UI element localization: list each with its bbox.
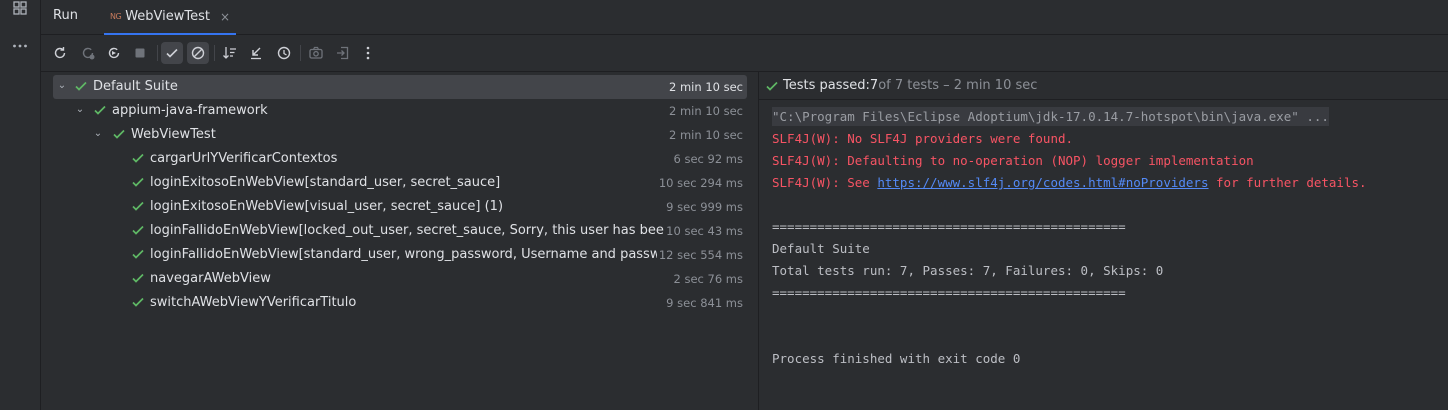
passed-check-icon	[132, 153, 144, 163]
run-toolbar	[41, 35, 1448, 72]
tree-row-test[interactable]: cargarUrlYVerificarContextos 6 sec 92 ms	[53, 147, 747, 171]
tree-row-label: loginExitosoEnWebView[visual_user, secre…	[150, 199, 504, 214]
tab-webviewtest[interactable]: NG WebViewTest ×	[104, 0, 237, 35]
tree-row-duration: 9 sec 841 ms	[664, 296, 743, 310]
console-line-exit: Process finished with exit code 0	[772, 351, 1021, 366]
passed-check-icon	[94, 105, 106, 115]
toggle-auto-test-icon[interactable]	[103, 42, 125, 64]
show-ignored-icon[interactable]	[187, 42, 209, 64]
tree-row-duration: 2 min 10 sec	[669, 128, 743, 142]
passed-check-icon	[132, 297, 144, 307]
tree-row-class[interactable]: ⌄ WebViewTest 2 min 10 sec	[53, 123, 747, 147]
console-line-separator: ========================================…	[772, 219, 1126, 234]
passed-check-icon	[132, 249, 144, 259]
tree-row-duration: 10 sec 43 ms	[664, 224, 743, 238]
sort-icon[interactable]	[219, 42, 241, 64]
chevron-down-icon[interactable]: ⌄	[56, 78, 68, 94]
test-status-bar: Tests passed: 7 of 7 tests – 2 min 10 se…	[759, 72, 1448, 100]
slf4j-link[interactable]: https://www.slf4j.org/codes.html#noProvi…	[877, 175, 1208, 190]
structure-icon[interactable]	[12, 0, 28, 16]
error-text: for further details.	[1208, 175, 1367, 190]
command-line-text[interactable]: "C:\Program Files\Eclipse Adoptium\jdk-1…	[772, 107, 1329, 126]
tree-row-label: Default Suite	[93, 79, 178, 94]
close-tab-icon[interactable]: ×	[220, 10, 230, 24]
passed-check-icon	[132, 273, 144, 283]
tree-row-test[interactable]: switchAWebViewYVerificarTitulo 9 sec 841…	[53, 291, 747, 315]
tree-row-duration: 2 min 10 sec	[667, 80, 743, 94]
tree-row-label: navegarAWebView	[150, 271, 271, 286]
export-icon[interactable]	[332, 42, 354, 64]
screenshot-icon[interactable]	[305, 42, 327, 64]
tree-row-duration: 10 sec 294 ms	[656, 176, 743, 190]
more-tools-icon[interactable]	[12, 38, 28, 54]
testng-icon: NG	[110, 12, 122, 21]
toolbar-separator	[214, 45, 215, 61]
chevron-down-icon[interactable]: ⌄	[74, 102, 86, 118]
passed-check-icon	[132, 177, 144, 187]
passed-check-icon	[132, 225, 144, 235]
status-prefix: Tests passed:	[783, 78, 870, 93]
rerun-icon[interactable]	[49, 42, 71, 64]
tree-row-label: loginFallidoEnWebView[standard_user, wro…	[150, 247, 664, 262]
tool-window-strip	[0, 0, 41, 410]
passed-check-icon	[132, 201, 144, 211]
more-options-icon[interactable]	[357, 42, 379, 64]
tree-row-duration: 12 sec 554 ms	[656, 248, 743, 262]
console-output[interactable]: "C:\Program Files\Eclipse Adoptium\jdk-1…	[759, 106, 1448, 370]
tree-row-test[interactable]: navegarAWebView 2 sec 76 ms	[53, 267, 747, 291]
tree-row-label: cargarUrlYVerificarContextos	[150, 151, 338, 166]
rerun-failed-icon[interactable]	[77, 42, 99, 64]
tree-row-duration: 6 sec 92 ms	[671, 152, 743, 166]
chevron-down-icon[interactable]: ⌄	[92, 126, 104, 142]
tree-row-label: loginFallidoEnWebView[locked_out_user, s…	[150, 223, 668, 238]
show-passed-icon[interactable]	[161, 42, 183, 64]
tree-row-module[interactable]: ⌄ appium-java-framework 2 min 10 sec	[53, 99, 747, 123]
console-line-suite: Default Suite	[772, 241, 870, 256]
test-results-tree: ⌄ Default Suite 2 min 10 sec ⌄ appium-ja…	[41, 72, 758, 410]
tree-row-label: WebViewTest	[131, 127, 216, 142]
test-history-icon[interactable]	[273, 42, 295, 64]
tree-row-test[interactable]: loginFallidoEnWebView[standard_user, wro…	[53, 243, 747, 267]
tree-row-duration: 9 sec 999 ms	[664, 200, 743, 214]
error-text: SLF4J(W): See	[772, 175, 878, 190]
tree-row-label: switchAWebViewYVerificarTitulo	[150, 295, 357, 310]
status-passed-count: 7	[869, 78, 879, 93]
console-panel: Tests passed: 7 of 7 tests – 2 min 10 se…	[759, 72, 1448, 410]
console-line-error: SLF4J(W): Defaulting to no-operation (NO…	[772, 153, 1254, 168]
console-line-error: SLF4J(W): No SLF4J providers were found.	[772, 131, 1074, 146]
tab-label: WebViewTest	[125, 9, 210, 24]
console-line-summary: Total tests run: 7, Passes: 7, Failures:…	[772, 263, 1164, 278]
tree-row-test[interactable]: loginExitosoEnWebView[standard_user, sec…	[53, 171, 747, 195]
console-line-error: SLF4J(W): See https://www.slf4j.org/code…	[759, 172, 1448, 194]
run-tool-header: Run NG WebViewTest ×	[41, 0, 1448, 35]
passed-check-icon	[766, 81, 778, 91]
status-rest: of 7 tests – 2 min 10 sec	[878, 78, 1038, 93]
passed-check-icon	[75, 81, 87, 91]
tree-row-test[interactable]: loginExitosoEnWebView[visual_user, secre…	[53, 195, 747, 219]
console-line-command: "C:\Program Files\Eclipse Adoptium\jdk-1…	[759, 106, 1448, 128]
tree-row-test[interactable]: loginFallidoEnWebView[locked_out_user, s…	[53, 219, 747, 243]
collapse-all-icon[interactable]	[245, 42, 267, 64]
tree-row-suite[interactable]: ⌄ Default Suite 2 min 10 sec	[53, 75, 747, 99]
stop-icon[interactable]	[129, 42, 151, 64]
toolbar-separator	[157, 45, 158, 61]
passed-check-icon	[113, 129, 125, 139]
tree-row-duration: 2 min 10 sec	[669, 104, 743, 118]
tree-row-label: loginExitosoEnWebView[standard_user, sec…	[150, 175, 501, 190]
tree-row-duration: 2 sec 76 ms	[671, 272, 743, 286]
console-line-separator: ========================================…	[772, 285, 1126, 300]
tree-row-label: appium-java-framework	[112, 103, 268, 118]
run-panel-title: Run	[53, 8, 78, 23]
toolbar-separator	[300, 45, 301, 61]
